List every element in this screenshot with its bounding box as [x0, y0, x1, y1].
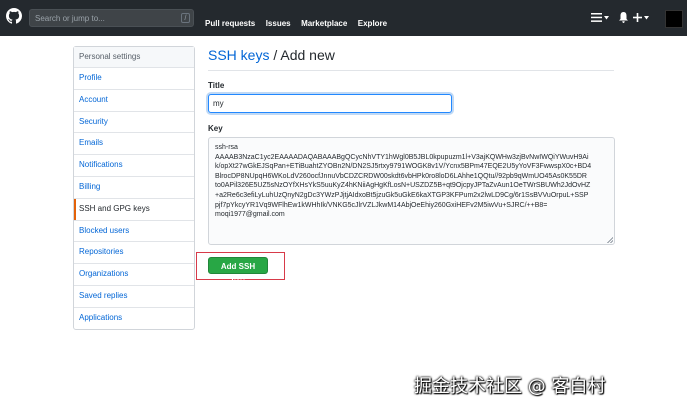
title-field-label: Title: [208, 81, 225, 90]
hamburger-icon[interactable]: [591, 13, 602, 22]
settings-sidebar: Personal settings Profile Account Securi…: [73, 46, 195, 330]
dropdown-caret-icon[interactable]: [604, 16, 609, 20]
key-text-line: +a2Re6c3efiLyLuhUzQnyN2gDc3YWzPJjtjAIdxo…: [215, 191, 589, 199]
plus-caret-icon[interactable]: [644, 16, 649, 20]
breadcrumb-ssh-keys-link[interactable]: SSH keys: [208, 47, 269, 63]
page-title: SSH keys / Add new: [208, 47, 335, 63]
key-text-line: pjf7pYkcyYR1Vq9WFlhEw1kWHhIk/VNKG5cJlrVZ…: [215, 201, 548, 209]
sidebar-item-notifications[interactable]: Notifications: [74, 155, 194, 177]
sidebar-item-saved-replies[interactable]: Saved replies: [74, 286, 194, 308]
search-shortcut-hint: /: [181, 13, 190, 23]
nav-pull-requests[interactable]: Pull requests: [205, 19, 255, 28]
nav-issues[interactable]: Issues: [266, 19, 291, 28]
header-actions: [591, 9, 683, 28]
header-nav: Pull requests Issues Marketplace Explore: [205, 13, 393, 31]
sidebar-item-emails[interactable]: Emails: [74, 133, 194, 156]
sidebar-item-repositories[interactable]: Repositories: [74, 242, 194, 265]
key-textarea[interactable]: ssh-rsa AAAAB3NzaC1yc2EAAAADAQABAAABgQCy…: [208, 137, 615, 245]
sidebar-item-security[interactable]: Security: [74, 112, 194, 134]
key-text-line: to0APil326E5UZ5sNzOYfXHsYkS5uuKyZ4hKNiiA…: [215, 182, 591, 190]
bell-icon[interactable]: [619, 12, 628, 23]
sidebar-item-blocked-users[interactable]: Blocked users: [74, 221, 194, 243]
top-header: / Pull requests Issues Marketplace Explo…: [0, 0, 687, 36]
avatar[interactable]: [665, 10, 683, 28]
sidebar-item-account[interactable]: Account: [74, 90, 194, 112]
title-divider: [208, 70, 614, 71]
title-input[interactable]: [208, 94, 452, 113]
resize-handle-icon[interactable]: [607, 237, 613, 243]
key-text-line: AAAAB3NzaC1yc2EAAAADAQABAAABgQCycNhVTY1h…: [215, 153, 589, 161]
search-input[interactable]: [30, 10, 185, 26]
sidebar-item-applications[interactable]: Applications: [74, 308, 194, 329]
sidebar-item-organizations[interactable]: Organizations: [74, 264, 194, 286]
add-ssh-key-button[interactable]: Add SSH key: [208, 257, 268, 286]
key-text-line: BlrocDP8NUpqH6WKoLdV260ocfJnnuVbCDZCRDW0…: [215, 172, 587, 180]
breadcrumb-separator: /: [269, 47, 281, 63]
search-box[interactable]: /: [29, 9, 194, 27]
nav-explore[interactable]: Explore: [358, 19, 387, 28]
watermark-text: 掘金技术社区 @ 客白村: [414, 376, 606, 397]
nav-marketplace[interactable]: Marketplace: [301, 19, 347, 28]
plus-icon[interactable]: [633, 13, 642, 22]
key-text-line: k/opXt27wGkEJSqPan+ETiBuahtZYOBn2N/DN2SJ…: [215, 163, 592, 171]
sidebar-heading: Personal settings: [74, 47, 194, 68]
key-field-label: Key: [208, 124, 223, 133]
sidebar-item-ssh-gpg-keys[interactable]: SSH and GPG keys: [74, 198, 194, 221]
sidebar-item-billing[interactable]: Billing: [74, 177, 194, 199]
github-logo-icon[interactable]: [6, 8, 22, 24]
key-text-line: moqi1977@gmail.com: [215, 211, 285, 219]
key-text-line: ssh-rsa: [215, 144, 238, 151]
sidebar-item-profile[interactable]: Profile: [74, 68, 194, 90]
breadcrumb-current: Add new: [280, 47, 335, 63]
